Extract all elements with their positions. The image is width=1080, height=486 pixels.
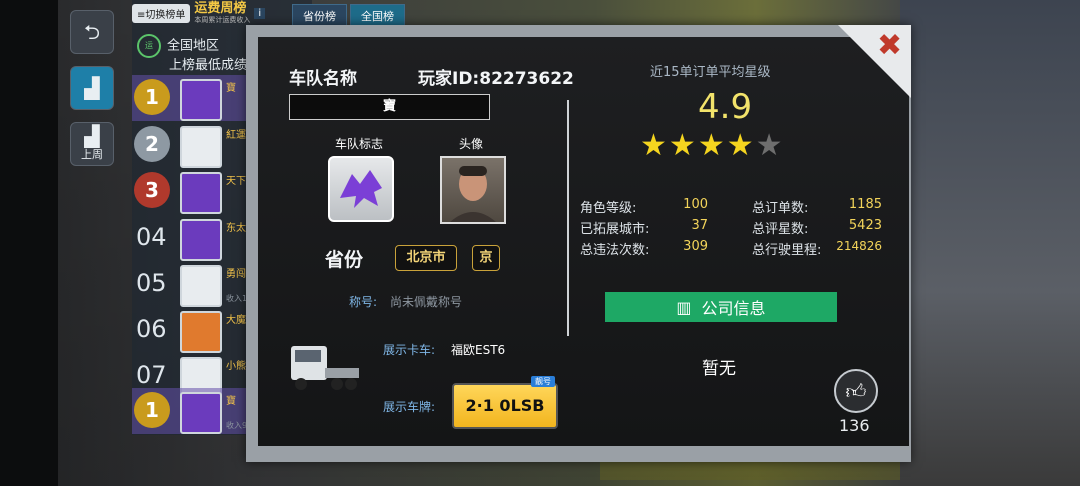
stat-label: 总违法次数: [580, 243, 650, 258]
company-info-button[interactable]: ▥ 公司信息 [605, 292, 837, 322]
truck-value: 福欧EST6 [451, 343, 506, 357]
star-rating: ★ ★ ★ ★ ★ [640, 130, 783, 162]
avatar [180, 392, 222, 434]
plate-label: 展示车牌: [383, 400, 436, 414]
row-name: 寶 [226, 396, 236, 407]
avatar [180, 79, 222, 121]
truck-image [285, 338, 363, 398]
truck-label: 展示卡车: [383, 343, 436, 357]
last-week-label: 上周 [81, 148, 103, 161]
switch-list-button[interactable]: ≡切换榜单 [132, 4, 191, 23]
leaderboard-last-week-button[interactable]: ▟ 上周 [70, 122, 114, 166]
leaderboard-title: 运费周榜 [194, 1, 247, 16]
city-short-chip: 京 [472, 245, 500, 271]
logo-label: 车队标志 [335, 137, 384, 151]
truck-icon [291, 346, 359, 390]
team-logo [328, 156, 394, 222]
company-info-label: 公司信息 [701, 299, 766, 318]
info-icon[interactable]: i [254, 8, 266, 19]
divider [567, 100, 569, 336]
star-filled-icon: ★ [726, 128, 754, 163]
row-name: 寶 [226, 83, 236, 94]
team-name-label: 车队名称 [289, 69, 357, 89]
avg-rating-label: 近15单订单平均星级 [650, 65, 771, 80]
back-arrow-icon: ⮌ [83, 20, 101, 44]
like-button[interactable]: 👍︎ [834, 369, 878, 413]
license-plate: 2·1 0LSB [452, 383, 558, 429]
city-chip: 北京市 [395, 245, 457, 271]
podium-icon: ▟ [84, 76, 100, 100]
stat-label: 已拓展城市: [580, 222, 650, 237]
star-empty-icon: ★ [755, 128, 783, 163]
bronze-medal-icon: 3 [134, 172, 170, 208]
silver-medal-icon: 2 [134, 126, 170, 162]
stat-label: 总评星数: [752, 222, 809, 237]
star-filled-icon: ★ [697, 128, 725, 163]
stat-value: 100 [683, 197, 708, 212]
player-avatar [440, 156, 506, 224]
stat-value: 309 [683, 239, 708, 254]
avatar [180, 219, 222, 261]
gold-medal-icon: 1 [134, 392, 170, 428]
leaderboard-current-button[interactable]: ▟ [70, 66, 114, 110]
leaderboard-header: ≡切换榜单 运费周榜 本周累计运费收入 i [132, 1, 266, 25]
province-label: 省份 [325, 249, 364, 271]
screen-edge [0, 0, 58, 486]
title-value: 尚未佩戴称号 [390, 295, 463, 309]
row-rank: 04 [136, 223, 167, 251]
gold-medal-icon: 1 [134, 79, 170, 115]
row-rank: 05 [136, 269, 167, 297]
avg-rating-value: 4.9 [698, 87, 753, 127]
team-name-value: 寶 [289, 94, 490, 120]
close-icon[interactable]: ✖ [877, 28, 902, 63]
title-label: 称号: [349, 295, 378, 309]
podium-icon: ▟ [84, 124, 100, 148]
company-value: 暂无 [702, 359, 736, 379]
region-icon: 运 [137, 34, 161, 58]
stat-label: 总行驶里程: [752, 243, 822, 258]
star-filled-icon: ★ [640, 128, 667, 163]
stat-value: 5423 [848, 218, 882, 233]
star-filled-icon: ★ [668, 128, 696, 163]
plate-tag: 靓号 [531, 376, 555, 387]
stat-value: 214826 [836, 239, 882, 253]
stat-label: 总订单数: [752, 201, 809, 216]
stat-value: 37 [691, 218, 708, 233]
player-id: 玩家ID:82273622 [418, 69, 574, 89]
avatar [180, 311, 222, 353]
avatar [180, 172, 222, 214]
thumbs-up-icon: 👍︎ [845, 378, 867, 403]
portrait-icon [450, 166, 496, 222]
garage-background [900, 0, 1080, 486]
leaderboard-subtitle: 本周累计运费收入 [194, 16, 251, 24]
like-count: 136 [839, 416, 870, 435]
stat-value: 1185 [848, 197, 882, 212]
row-rank: 06 [136, 315, 167, 343]
back-button[interactable]: ⮌ [70, 10, 114, 54]
wolf-logo-icon [340, 170, 382, 208]
avatar [180, 265, 222, 307]
region-label: 全国地区 [167, 38, 220, 54]
avatar-label: 头像 [459, 137, 484, 151]
row-rank: 07 [136, 361, 167, 389]
building-icon: ▥ [676, 297, 692, 317]
avatar [180, 126, 222, 168]
stat-label: 角色等级: [580, 201, 637, 216]
